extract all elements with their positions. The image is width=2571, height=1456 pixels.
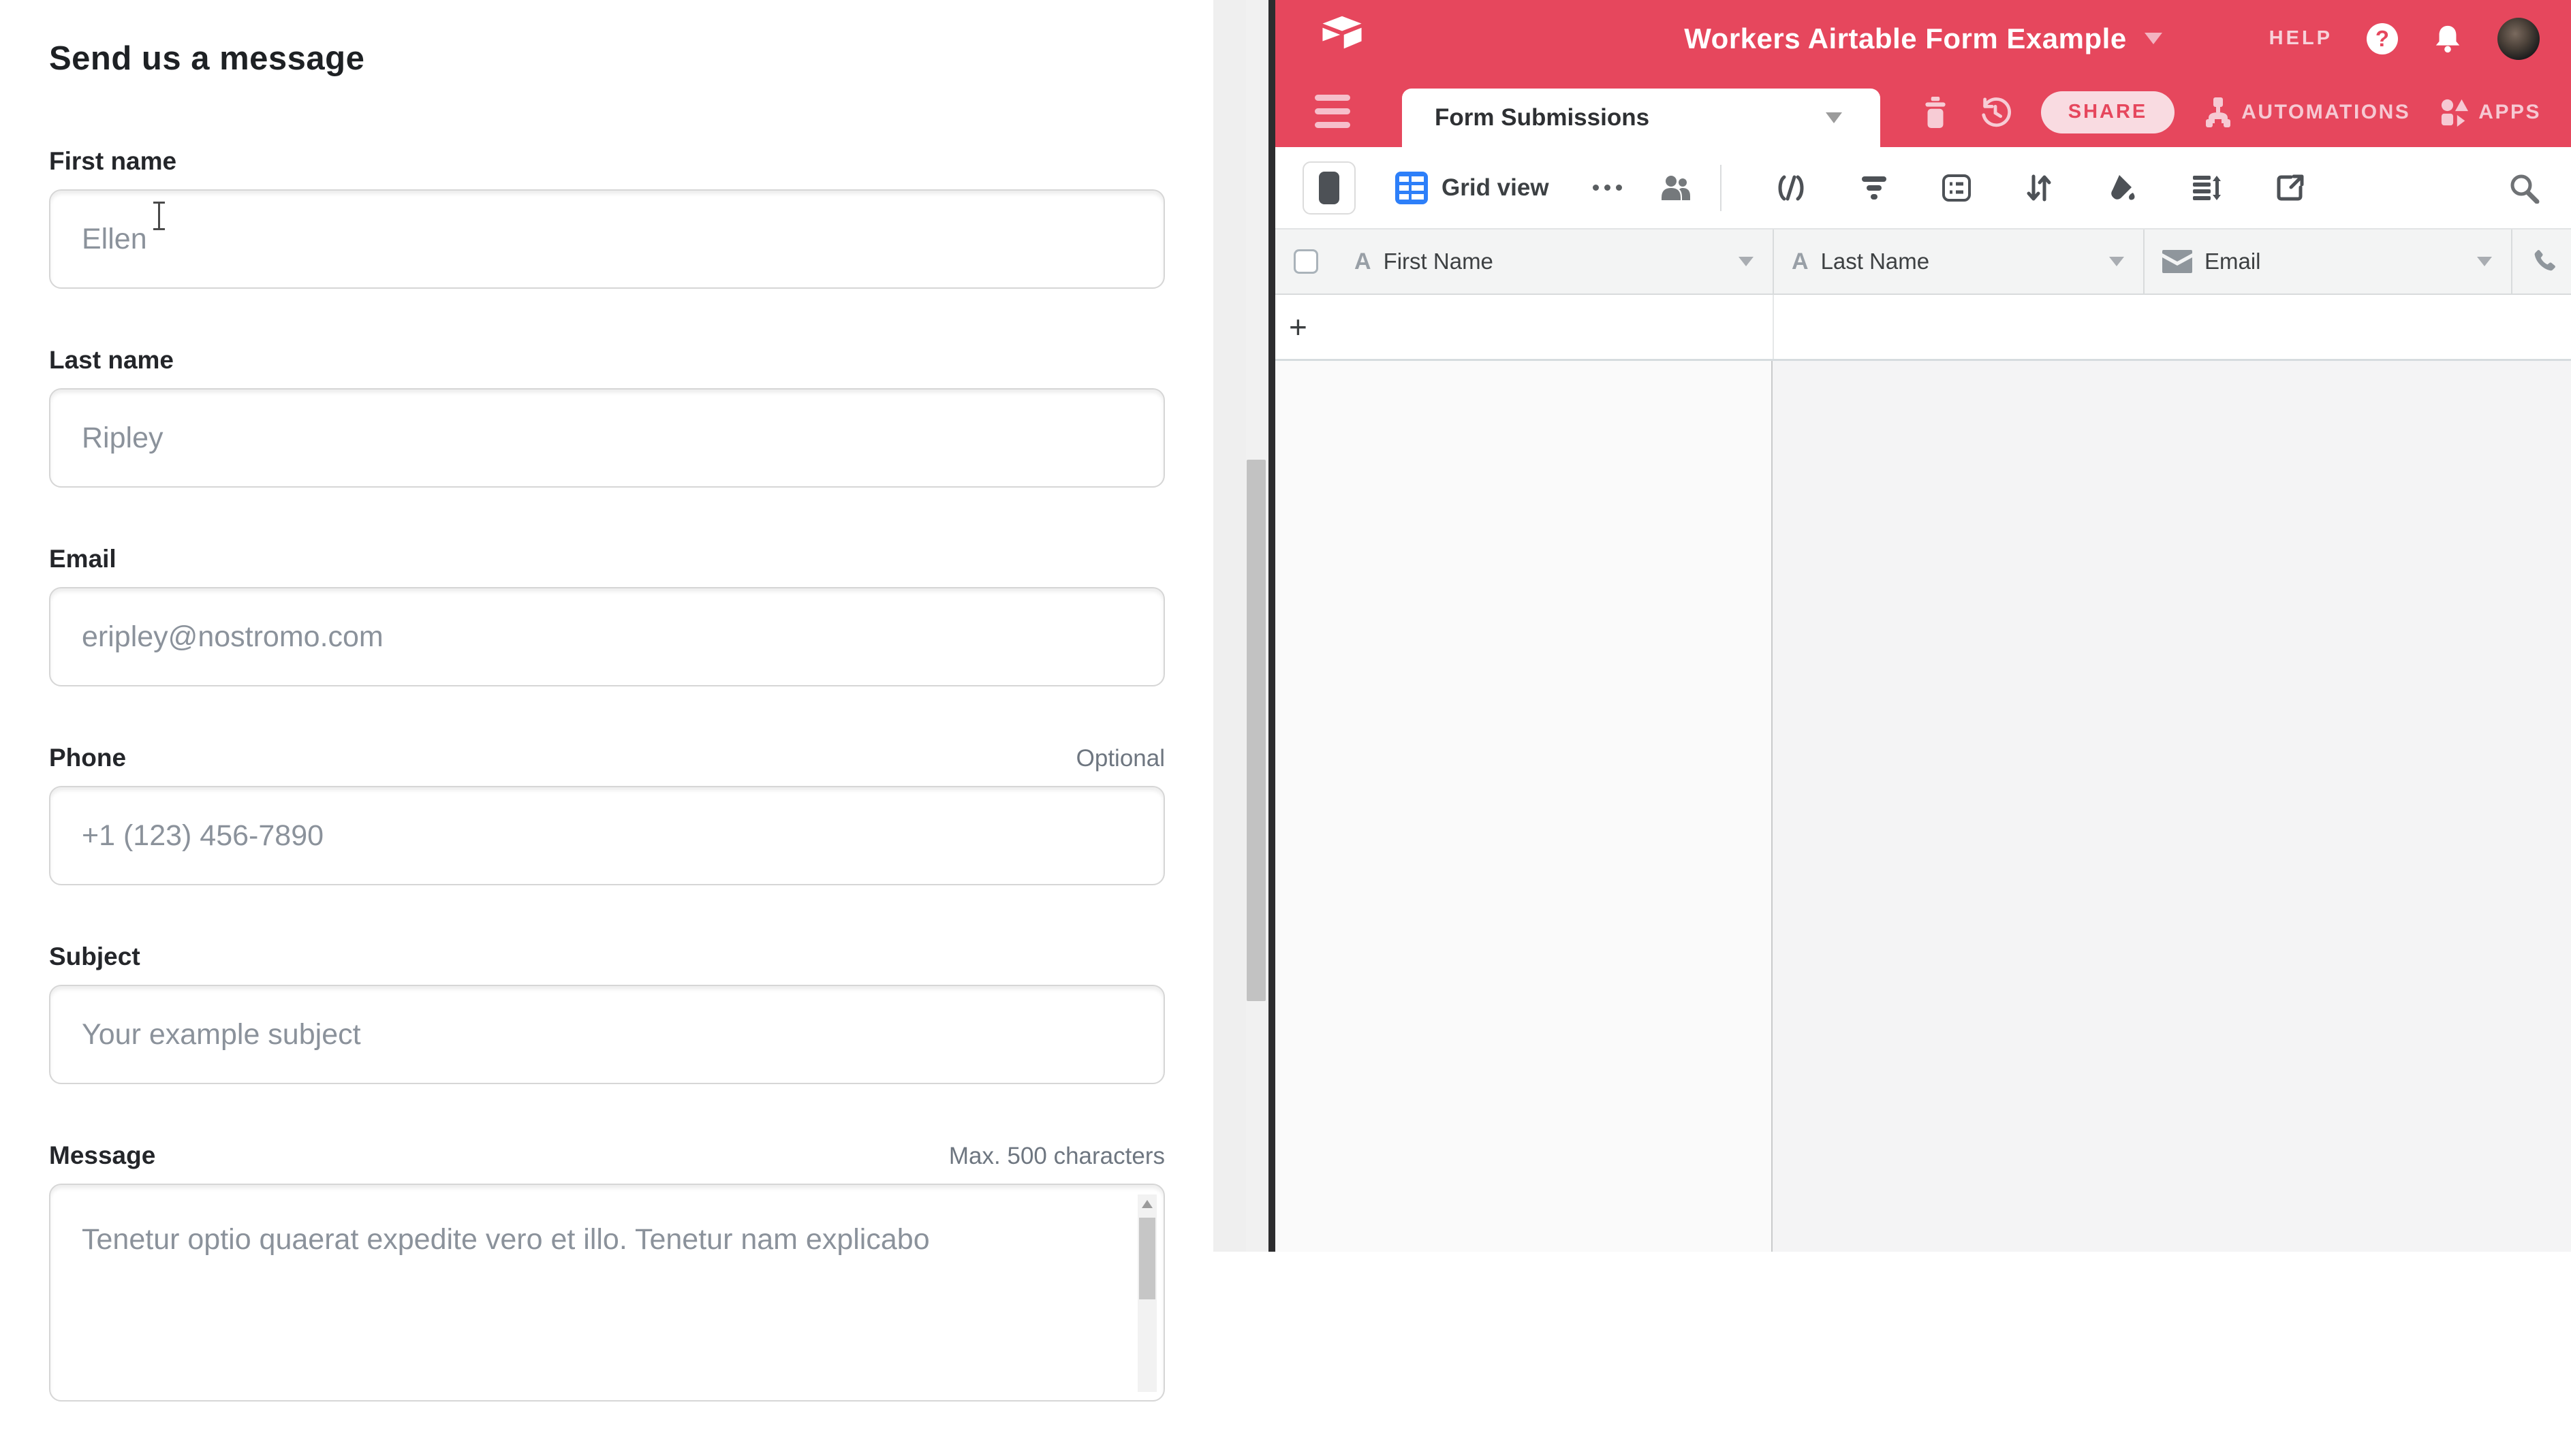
phone-input[interactable]	[49, 786, 1165, 885]
email-field-group: Email	[49, 542, 1165, 686]
first-name-field-group: First name	[49, 144, 1165, 289]
subject-input[interactable]	[49, 985, 1165, 1084]
apps-label: APPS	[2478, 101, 2541, 124]
automations-label: AUTOMATIONS	[2241, 101, 2410, 124]
phone-field-group: Phone Optional	[49, 741, 1165, 885]
airtable-tabbar: Form Submissions SHARE	[1275, 77, 2571, 147]
help-circle-icon[interactable]: ?	[2367, 23, 2398, 54]
window-divider	[1268, 0, 1275, 1252]
fill-color-icon[interactable]	[2107, 174, 2137, 202]
email-label: Email	[49, 545, 116, 573]
airtable-topbar: Workers Airtable Form Example HELP ?	[1275, 0, 2571, 77]
grid-empty-area	[1275, 361, 2571, 1252]
column-caret-icon[interactable]	[1739, 257, 1754, 266]
select-all-cell	[1275, 230, 1337, 294]
base-title[interactable]: Workers Airtable Form Example	[1684, 22, 2126, 55]
trash-icon[interactable]	[1921, 97, 1950, 128]
notifications-bell-icon[interactable]	[2432, 23, 2463, 54]
filter-icon[interactable]	[1860, 175, 1888, 201]
select-all-checkbox[interactable]	[1294, 249, 1318, 274]
scroll-up-arrow-icon[interactable]	[1142, 1200, 1153, 1208]
apps-button[interactable]: APPS	[2440, 97, 2541, 127]
message-max-chars-note: Max. 500 characters	[949, 1143, 1165, 1170]
textarea-scrollbar[interactable]	[1138, 1194, 1157, 1392]
help-button[interactable]: HELP	[2269, 27, 2333, 50]
view-name-label[interactable]: Grid view	[1442, 174, 1549, 202]
phone-label: Phone	[49, 744, 126, 772]
sort-icon[interactable]	[2025, 174, 2053, 202]
toolbar-divider	[1720, 165, 1721, 211]
table-tab-caret-icon[interactable]	[1826, 112, 1842, 123]
share-button[interactable]: SHARE	[2041, 91, 2175, 133]
last-name-label: Last name	[49, 346, 174, 375]
column-caret-icon[interactable]	[2109, 257, 2124, 266]
history-icon[interactable]	[1980, 97, 2011, 128]
column-gridline	[1773, 295, 1774, 359]
first-name-label: First name	[49, 147, 176, 176]
scrollbar-thumb[interactable]	[1247, 460, 1266, 1001]
airtable-pane: Workers Airtable Form Example HELP ? For…	[1275, 0, 2571, 1252]
text-field-type-icon: A	[1354, 249, 1371, 275]
first-name-input[interactable]	[49, 189, 1165, 289]
share-view-icon[interactable]	[2276, 174, 2305, 202]
view-options-icon[interactable]	[1593, 185, 1622, 191]
form-title: Send us a message	[49, 39, 1165, 78]
last-name-input[interactable]	[49, 388, 1165, 488]
grid-empty-primary-column	[1275, 361, 1773, 1252]
column-header-email[interactable]: Email	[2143, 230, 2511, 294]
add-record-plus-icon[interactable]: +	[1289, 308, 1307, 345]
hide-fields-icon[interactable]	[1776, 174, 1806, 202]
column-header-first-name[interactable]: A First Name	[1337, 230, 1773, 294]
contact-form-pane: Send us a message First name Last name E…	[0, 0, 1213, 1252]
message-textarea[interactable]: Tenetur optio quaerat expedite vero et i…	[49, 1184, 1165, 1402]
text-cursor-icon	[151, 202, 166, 230]
search-icon[interactable]	[2508, 172, 2540, 204]
grid-view-icon	[1395, 172, 1428, 204]
message-label: Message	[49, 1141, 155, 1170]
phone-icon	[2530, 248, 2557, 275]
collaborators-icon[interactable]	[1659, 173, 1693, 203]
last-name-field-group: Last name	[49, 343, 1165, 488]
email-input[interactable]	[49, 587, 1165, 686]
textarea-scrollbar-thumb[interactable]	[1139, 1218, 1155, 1299]
grid-empty-background	[1773, 361, 2571, 1252]
envelope-icon	[2162, 250, 2192, 273]
table-tab-form-submissions[interactable]: Form Submissions	[1402, 89, 1880, 147]
base-title-caret-icon[interactable]	[2145, 33, 2162, 44]
user-avatar[interactable]	[2497, 18, 2540, 60]
text-field-type-icon: A	[1792, 249, 1809, 275]
table-tab-label: Form Submissions	[1435, 104, 1649, 131]
sidebar-menu-icon[interactable]	[1315, 95, 1350, 128]
left-pane-scrollbar[interactable]	[1213, 0, 1268, 1252]
grid-header-row: A First Name A Last Name Email	[1275, 230, 2571, 295]
message-field-group: Message Max. 500 characters Tenetur opti…	[49, 1139, 1165, 1402]
column-header-phone[interactable]: Phone	[2511, 230, 2571, 294]
group-icon[interactable]	[1942, 174, 1971, 202]
phone-optional-note: Optional	[1076, 745, 1165, 772]
column-caret-icon[interactable]	[2477, 257, 2492, 266]
add-record-row[interactable]: +	[1275, 295, 2571, 361]
views-sidebar-toggle-button[interactable]	[1303, 161, 1356, 215]
automations-button[interactable]: AUTOMATIONS	[2204, 97, 2410, 127]
subject-field-group: Subject	[49, 940, 1165, 1084]
view-toolbar: Grid view	[1275, 147, 2571, 230]
row-height-icon[interactable]	[2192, 174, 2222, 202]
column-header-last-name[interactable]: A Last Name	[1773, 230, 2143, 294]
subject-label: Subject	[49, 943, 140, 971]
